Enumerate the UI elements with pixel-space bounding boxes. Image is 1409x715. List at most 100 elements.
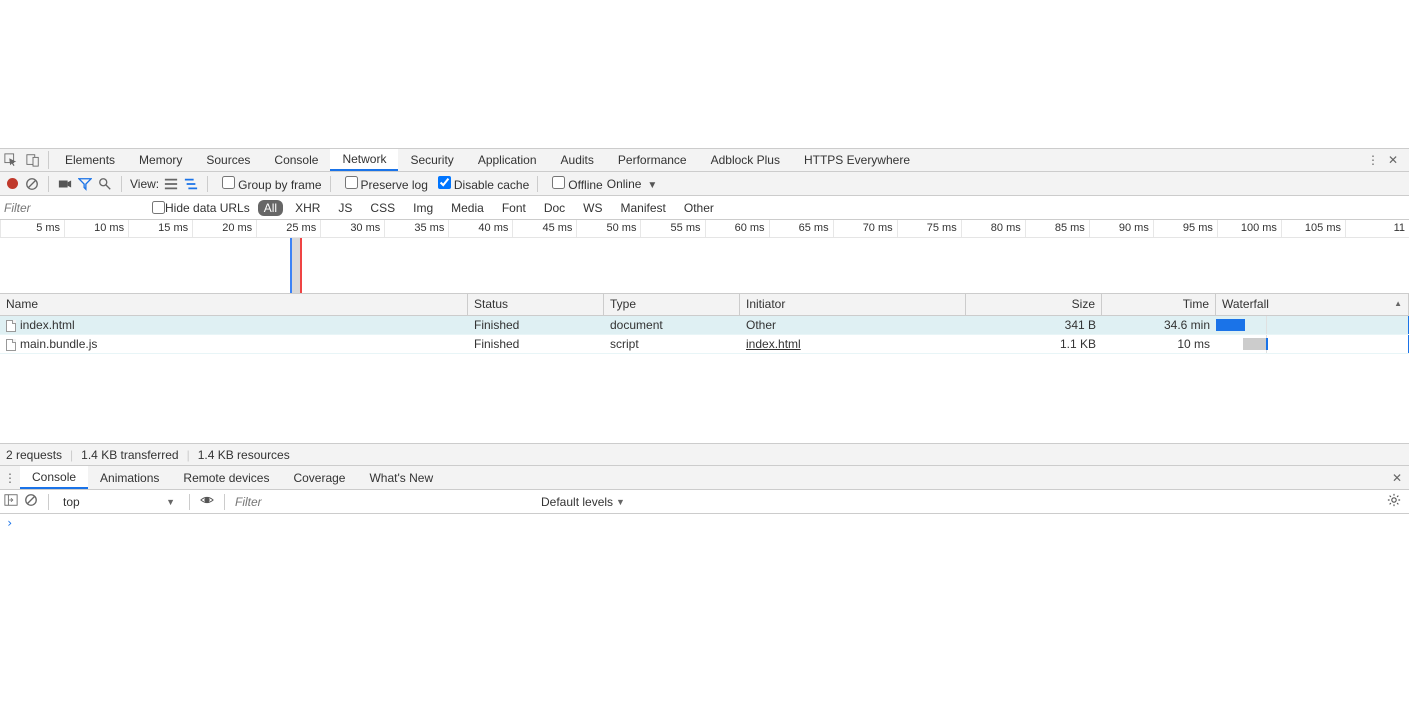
cell-waterfall: [1216, 335, 1409, 353]
record-icon[interactable]: [4, 176, 20, 192]
timeline-tick: 60 ms: [705, 220, 769, 237]
group-by-frame-label: Group by frame: [238, 178, 321, 192]
timeline-tick: 45 ms: [512, 220, 576, 237]
cell-name: main.bundle.js: [0, 337, 468, 351]
device-toolbar-icon[interactable]: [22, 149, 44, 171]
tab-performance[interactable]: Performance: [606, 149, 699, 171]
live-expression-icon[interactable]: [200, 493, 214, 510]
filter-type-font[interactable]: Font: [496, 200, 532, 216]
drawer-tab-console[interactable]: Console: [20, 466, 88, 489]
tab-adblock-plus[interactable]: Adblock Plus: [699, 149, 792, 171]
preserve-log-checkbox[interactable]: Preserve log: [339, 176, 428, 192]
cell-status: Finished: [468, 337, 604, 351]
timeline-tick: 105 ms: [1281, 220, 1345, 237]
cell-initiator: Other: [740, 318, 966, 332]
large-rows-icon[interactable]: [163, 176, 179, 192]
filter-type-ws[interactable]: WS: [577, 200, 608, 216]
close-devtools-icon[interactable]: ✕: [1383, 153, 1403, 167]
console-sidebar-icon[interactable]: [4, 493, 18, 510]
tab-network[interactable]: Network: [330, 149, 398, 171]
tab-audits[interactable]: Audits: [549, 149, 606, 171]
tab-memory[interactable]: Memory: [127, 149, 194, 171]
timeline-overview[interactable]: 5 ms10 ms15 ms20 ms25 ms30 ms35 ms40 ms4…: [0, 220, 1409, 294]
console-context-select[interactable]: top▼: [59, 495, 179, 509]
drawer-tab-remote-devices[interactable]: Remote devices: [171, 466, 281, 489]
filter-type-all[interactable]: All: [258, 200, 283, 216]
timeline-tick: 80 ms: [961, 220, 1025, 237]
requests-table-body: index.htmlFinisheddocumentOther341 B34.6…: [0, 316, 1409, 443]
timeline-tick: 11: [1345, 220, 1409, 237]
file-icon: [6, 339, 16, 351]
console-toolbar: top▼ Default levels▼: [0, 490, 1409, 514]
th-size[interactable]: Size: [966, 294, 1102, 315]
inspect-element-icon[interactable]: [0, 149, 22, 171]
timeline-load-marker: [300, 238, 302, 294]
drawer-more-icon[interactable]: ⋮: [0, 466, 20, 489]
cell-type: document: [604, 318, 740, 332]
console-prompt: ›: [6, 516, 13, 530]
summary-requests: 2 requests: [6, 448, 62, 462]
console-levels-value: Default levels: [541, 495, 613, 509]
offline-checkbox[interactable]: Offline: [546, 176, 602, 192]
cell-size: 1.1 KB: [966, 337, 1102, 351]
console-filter-input[interactable]: [235, 495, 535, 509]
drawer-close-icon[interactable]: ✕: [1385, 466, 1409, 489]
console-context-value: top: [63, 495, 80, 509]
tab-application[interactable]: Application: [466, 149, 549, 171]
filter-type-manifest[interactable]: Manifest: [615, 200, 672, 216]
throttling-select[interactable]: Online▼: [607, 177, 658, 191]
filter-input[interactable]: [0, 197, 148, 219]
group-by-frame-checkbox[interactable]: Group by frame: [216, 176, 321, 192]
drawer-tab-what-s-new[interactable]: What's New: [357, 466, 445, 489]
devtools-tabs: ElementsMemorySourcesConsoleNetworkSecur…: [53, 149, 1363, 171]
th-initiator[interactable]: Initiator: [740, 294, 966, 315]
filter-type-media[interactable]: Media: [445, 200, 490, 216]
preserve-log-label: Preserve log: [361, 178, 428, 192]
hide-data-urls-label: Hide data URLs: [165, 201, 250, 215]
timeline-tick: 30 ms: [320, 220, 384, 237]
drawer-tab-coverage[interactable]: Coverage: [281, 466, 357, 489]
filter-type-doc[interactable]: Doc: [538, 200, 571, 216]
timeline-tick: 85 ms: [1025, 220, 1089, 237]
timeline-tick: 40 ms: [448, 220, 512, 237]
th-type[interactable]: Type: [604, 294, 740, 315]
tab-security[interactable]: Security: [398, 149, 465, 171]
tab-sources[interactable]: Sources: [194, 149, 262, 171]
filter-type-img[interactable]: Img: [407, 200, 439, 216]
more-menu-icon[interactable]: ⋮: [1363, 153, 1383, 167]
summary-transferred: 1.4 KB transferred: [81, 448, 178, 462]
search-icon[interactable]: [97, 176, 113, 192]
filter-type-xhr[interactable]: XHR: [289, 200, 326, 216]
clear-icon[interactable]: [24, 176, 40, 192]
tab-https-everywhere[interactable]: HTTPS Everywhere: [792, 149, 922, 171]
camera-icon[interactable]: [57, 176, 73, 192]
console-settings-icon[interactable]: [1387, 493, 1401, 510]
th-time[interactable]: Time: [1102, 294, 1216, 315]
tab-console[interactable]: Console: [262, 149, 330, 171]
page-content-area: [0, 0, 1409, 148]
waterfall-view-icon[interactable]: [183, 176, 199, 192]
console-body[interactable]: ›: [0, 514, 1409, 684]
console-levels-select[interactable]: Default levels▼: [541, 495, 625, 509]
network-toolbar: View: Group by frame Preserve log Disabl…: [0, 172, 1409, 196]
th-status[interactable]: Status: [468, 294, 604, 315]
timeline-tick: 55 ms: [640, 220, 704, 237]
table-row[interactable]: index.htmlFinisheddocumentOther341 B34.6…: [0, 316, 1409, 335]
drawer-tab-animations[interactable]: Animations: [88, 466, 171, 489]
requests-summary: 2 requests | 1.4 KB transferred | 1.4 KB…: [0, 444, 1409, 466]
filter-type-other[interactable]: Other: [678, 200, 720, 216]
filter-type-css[interactable]: CSS: [364, 200, 401, 216]
timeline-tick: 50 ms: [576, 220, 640, 237]
network-filter-bar: Hide data URLs All XHR JS CSS Img Media Font Do…: [0, 196, 1409, 220]
timeline-tick: 35 ms: [384, 220, 448, 237]
initiator-link[interactable]: index.html: [746, 337, 801, 351]
hide-data-urls-checkbox[interactable]: Hide data URLs: [152, 201, 250, 215]
disable-cache-checkbox[interactable]: Disable cache: [432, 176, 529, 192]
filter-icon[interactable]: [77, 176, 93, 192]
th-name[interactable]: Name: [0, 294, 468, 315]
table-row[interactable]: main.bundle.jsFinishedscriptindex.html1.…: [0, 335, 1409, 354]
console-clear-icon[interactable]: [24, 493, 38, 510]
filter-type-js[interactable]: JS: [332, 200, 358, 216]
tab-elements[interactable]: Elements: [53, 149, 127, 171]
th-waterfall[interactable]: Waterfall: [1216, 294, 1409, 315]
